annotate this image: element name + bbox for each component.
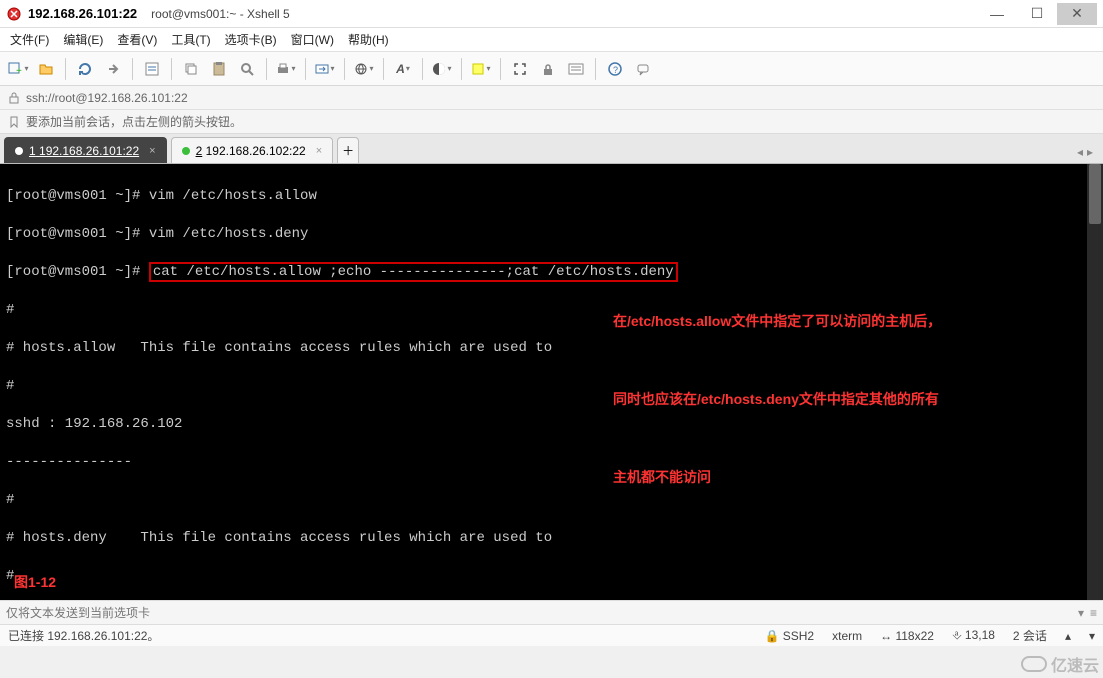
status-dot-icon	[182, 147, 190, 155]
send-menu-button[interactable]: ≡	[1090, 606, 1097, 620]
open-button[interactable]	[34, 57, 58, 81]
toolbar-separator	[132, 58, 133, 80]
paste-button[interactable]	[207, 57, 231, 81]
lock-icon: 🔒	[764, 629, 779, 643]
lock-icon	[8, 92, 20, 104]
status-sessions: 2 会话	[1013, 627, 1047, 644]
hint-bar: 要添加当前会话，点击左侧的箭头按钮。	[0, 110, 1103, 134]
send-dropdown-button[interactable]: ▾	[1078, 606, 1084, 620]
svg-text:+: +	[16, 66, 22, 77]
cloud-icon	[1021, 656, 1047, 672]
annotation-block: 在/etc/hosts.allow文件中指定了可以访问的主机后， 同时也应该在/…	[613, 256, 1033, 516]
color-scheme-button[interactable]: ▾	[430, 57, 454, 81]
cursor-pos-icon: ⎀	[952, 628, 962, 642]
tab-prev-button[interactable]: ◂	[1077, 145, 1083, 159]
titlebar: 192.168.26.101:22 root@vms001:~ - Xshell…	[0, 0, 1103, 28]
close-icon[interactable]: ×	[149, 145, 155, 157]
copy-button[interactable]	[179, 57, 203, 81]
status-cursor-pos: 13,18	[965, 628, 995, 642]
tab-session-1[interactable]: 1 192.168.26.101:22 ×	[4, 137, 167, 163]
minimize-button[interactable]: —	[977, 3, 1017, 25]
toolbar-separator	[65, 58, 66, 80]
toolbar-separator	[595, 58, 596, 80]
menu-window[interactable]: 窗口(W)	[291, 31, 334, 48]
address-text[interactable]: ssh://root@192.168.26.101:22	[26, 91, 188, 105]
maximize-button[interactable]: ☐	[1017, 3, 1057, 25]
encoding-button[interactable]: ▾	[352, 57, 376, 81]
xftp-button[interactable]: ▾	[313, 57, 337, 81]
status-bar: 已连接 192.168.26.101:22。 🔒 SSH2 xterm ↔ 11…	[0, 624, 1103, 646]
toolbar-separator	[461, 58, 462, 80]
status-protocol: SSH2	[783, 629, 814, 643]
help-button[interactable]: ?	[603, 57, 627, 81]
toolbar-separator	[383, 58, 384, 80]
menu-tools[interactable]: 工具(T)	[171, 31, 210, 48]
menubar: 文件(F) 编辑(E) 查看(V) 工具(T) 选项卡(B) 窗口(W) 帮助(…	[0, 28, 1103, 52]
find-button[interactable]	[235, 57, 259, 81]
menu-tabs[interactable]: 选项卡(B)	[225, 31, 277, 48]
font-button[interactable]: A▾	[391, 57, 415, 81]
print-button[interactable]: ▾	[274, 57, 298, 81]
highlight-button[interactable]: ▾	[469, 57, 493, 81]
new-session-button[interactable]: +▾	[6, 57, 30, 81]
toolbar-separator	[171, 58, 172, 80]
bookmark-add-icon[interactable]	[8, 116, 20, 128]
send-input[interactable]	[6, 606, 176, 620]
close-button[interactable]: ✕	[1057, 3, 1097, 25]
app-icon	[6, 6, 22, 22]
reconnect-button[interactable]	[73, 57, 97, 81]
address-bar: ssh://root@192.168.26.101:22	[0, 86, 1103, 110]
window-title: 192.168.26.101:22	[28, 6, 137, 21]
terminal[interactable]: [root@vms001 ~]# vim /etc/hosts.allow [r…	[0, 164, 1103, 600]
scrollbar-thumb[interactable]	[1089, 164, 1101, 224]
window-controls: — ☐ ✕	[977, 3, 1097, 25]
tab-session-2[interactable]: 2 192.168.26.102:22 ×	[171, 137, 334, 163]
status-dot-icon	[15, 147, 23, 155]
menu-edit[interactable]: 编辑(E)	[63, 31, 103, 48]
tab-nav: ◂ ▸	[1077, 145, 1099, 163]
tab-next-button[interactable]: ▸	[1087, 145, 1093, 159]
properties-button[interactable]	[140, 57, 164, 81]
status-term-type: xterm	[832, 629, 862, 643]
watermark: 亿速云	[1021, 652, 1099, 676]
keyboard-button[interactable]	[564, 57, 588, 81]
toolbar: +▾ ▾ ▾ ▾ A▾ ▾ ▾ ?	[0, 52, 1103, 86]
menu-help[interactable]: 帮助(H)	[348, 31, 389, 48]
new-tab-button[interactable]: ＋	[337, 137, 359, 163]
toolbar-separator	[500, 58, 501, 80]
sessions-down-button[interactable]: ▾	[1089, 629, 1095, 643]
terminal-scrollbar[interactable]	[1087, 164, 1103, 600]
disconnect-button[interactable]	[101, 57, 125, 81]
toolbar-separator	[305, 58, 306, 80]
svg-text:?: ?	[613, 65, 618, 75]
window-subtitle: root@vms001:~ - Xshell 5	[151, 7, 290, 21]
highlighted-command: cat /etc/hosts.allow ;echo -------------…	[149, 262, 678, 282]
size-icon: ↔	[880, 629, 892, 643]
toolbar-separator	[422, 58, 423, 80]
hint-text: 要添加当前会话，点击左侧的箭头按钮。	[26, 113, 242, 130]
session-tabstrip: 1 192.168.26.101:22 × 2 192.168.26.102:2…	[0, 134, 1103, 164]
status-size: 118x22	[895, 629, 933, 643]
lock-button[interactable]	[536, 57, 560, 81]
send-bar: ▾ ≡	[0, 600, 1103, 624]
close-icon[interactable]: ×	[316, 145, 322, 157]
sessions-up-button[interactable]: ▴	[1065, 629, 1071, 643]
menu-view[interactable]: 查看(V)	[117, 31, 157, 48]
fullscreen-button[interactable]	[508, 57, 532, 81]
figure-label: 图1-12	[14, 573, 56, 592]
menu-file[interactable]: 文件(F)	[10, 31, 49, 48]
toolbar-separator	[266, 58, 267, 80]
toolbar-separator	[344, 58, 345, 80]
status-connection: 已连接 192.168.26.101:22。	[8, 627, 159, 644]
feedback-button[interactable]	[631, 57, 655, 81]
